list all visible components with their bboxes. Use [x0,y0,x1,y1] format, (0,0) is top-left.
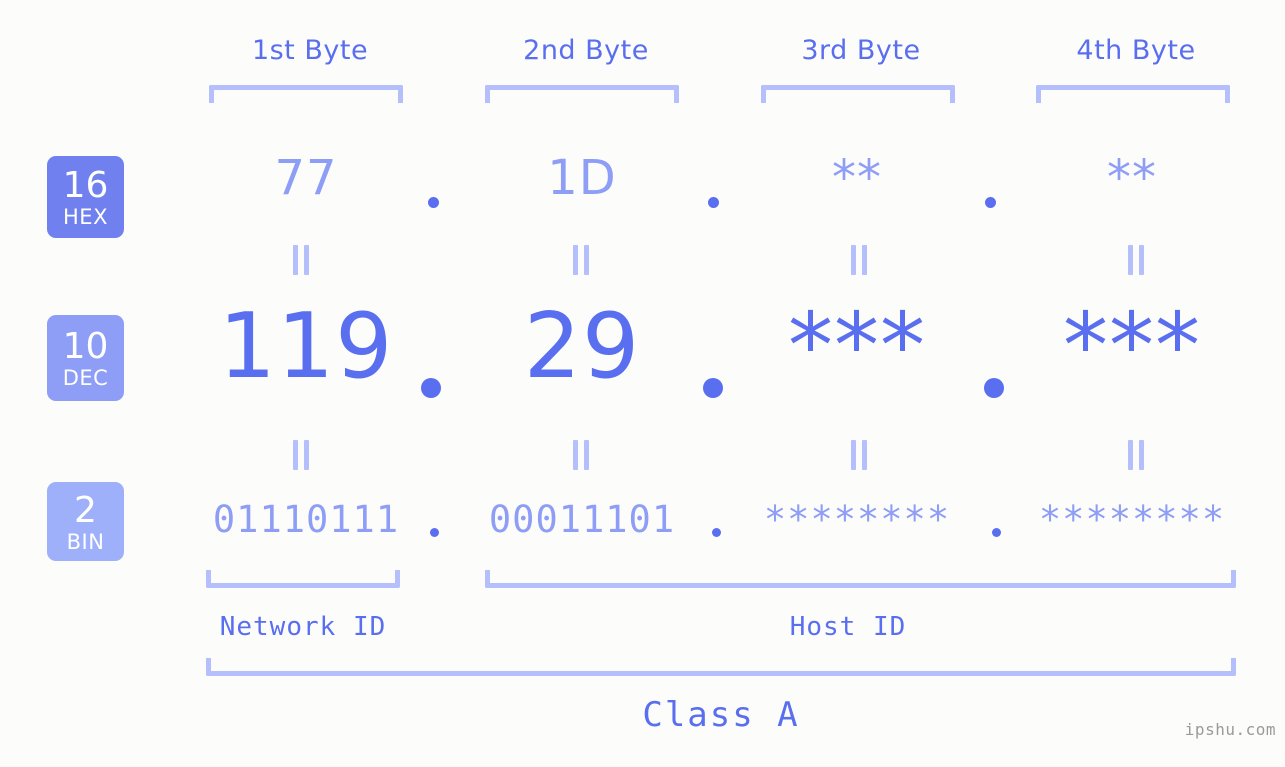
ip-address-breakdown-diagram: 1st Byte 2nd Byte 3rd Byte 4th Byte 16 H… [0,0,1285,767]
radix-badge-hex-number: 16 [62,165,109,206]
host-id-bracket [485,570,1236,588]
bin-separator-dot-2 [712,528,721,537]
dec-byte-4: *** [1063,294,1201,399]
radix-badge-bin-number: 2 [74,489,97,531]
host-id-label: Host ID [789,612,907,642]
dec-byte-2: 29 [523,294,641,399]
byte-bracket-1 [209,85,403,103]
hex-byte-2: 1D [547,150,617,206]
class-label: Class A [642,695,800,735]
bin-byte-4: ******** [1038,498,1226,541]
dec-separator-dot-3 [984,378,1004,398]
hex-byte-1: 77 [274,150,338,206]
byte-bracket-3 [761,85,955,103]
equals-connector-hex-dec-4 [1128,245,1144,275]
byte-bracket-4 [1036,85,1230,103]
network-id-label: Network ID [219,612,387,642]
radix-badge-hex: 16 HEX [47,156,124,238]
bin-byte-1: 01110111 [212,498,400,541]
radix-badge-dec-number: 10 [62,326,109,367]
byte-header-1: 1st Byte [251,35,369,66]
equals-connector-dec-bin-2 [573,440,589,470]
equals-connector-dec-bin-3 [851,440,867,470]
bin-separator-dot-3 [992,528,1001,537]
hex-separator-dot-3 [985,197,996,208]
hex-separator-dot-2 [708,197,719,208]
radix-badge-dec-name: DEC [62,366,109,390]
radix-badge-hex-name: HEX [63,205,108,229]
equals-connector-hex-dec-2 [573,245,589,275]
dec-byte-1: 119 [218,294,394,399]
equals-connector-hex-dec-1 [293,245,309,275]
site-watermark: ipshu.com [1184,720,1276,739]
bin-separator-dot-1 [430,528,439,537]
byte-header-4: 4th Byte [1076,35,1196,66]
radix-badge-bin: 2 BIN [47,482,124,561]
byte-bracket-2 [485,85,679,103]
equals-connector-dec-bin-4 [1128,440,1144,470]
hex-byte-4: ** [1107,150,1157,206]
bin-byte-3: ******** [763,498,951,541]
network-id-bracket [206,570,400,588]
radix-badge-dec: 10 DEC [47,315,124,401]
hex-byte-3: ** [832,150,882,206]
dec-separator-dot-2 [703,378,723,398]
byte-header-3: 3rd Byte [801,35,921,66]
dec-byte-3: *** [788,294,926,399]
bin-byte-2: 00011101 [488,498,676,541]
class-bracket [206,658,1236,676]
hex-separator-dot-1 [428,197,439,208]
radix-badge-bin-name: BIN [66,529,105,554]
byte-header-2: 2nd Byte [523,35,649,66]
equals-connector-dec-bin-1 [293,440,309,470]
equals-connector-hex-dec-3 [851,245,867,275]
dec-separator-dot-1 [421,378,441,398]
